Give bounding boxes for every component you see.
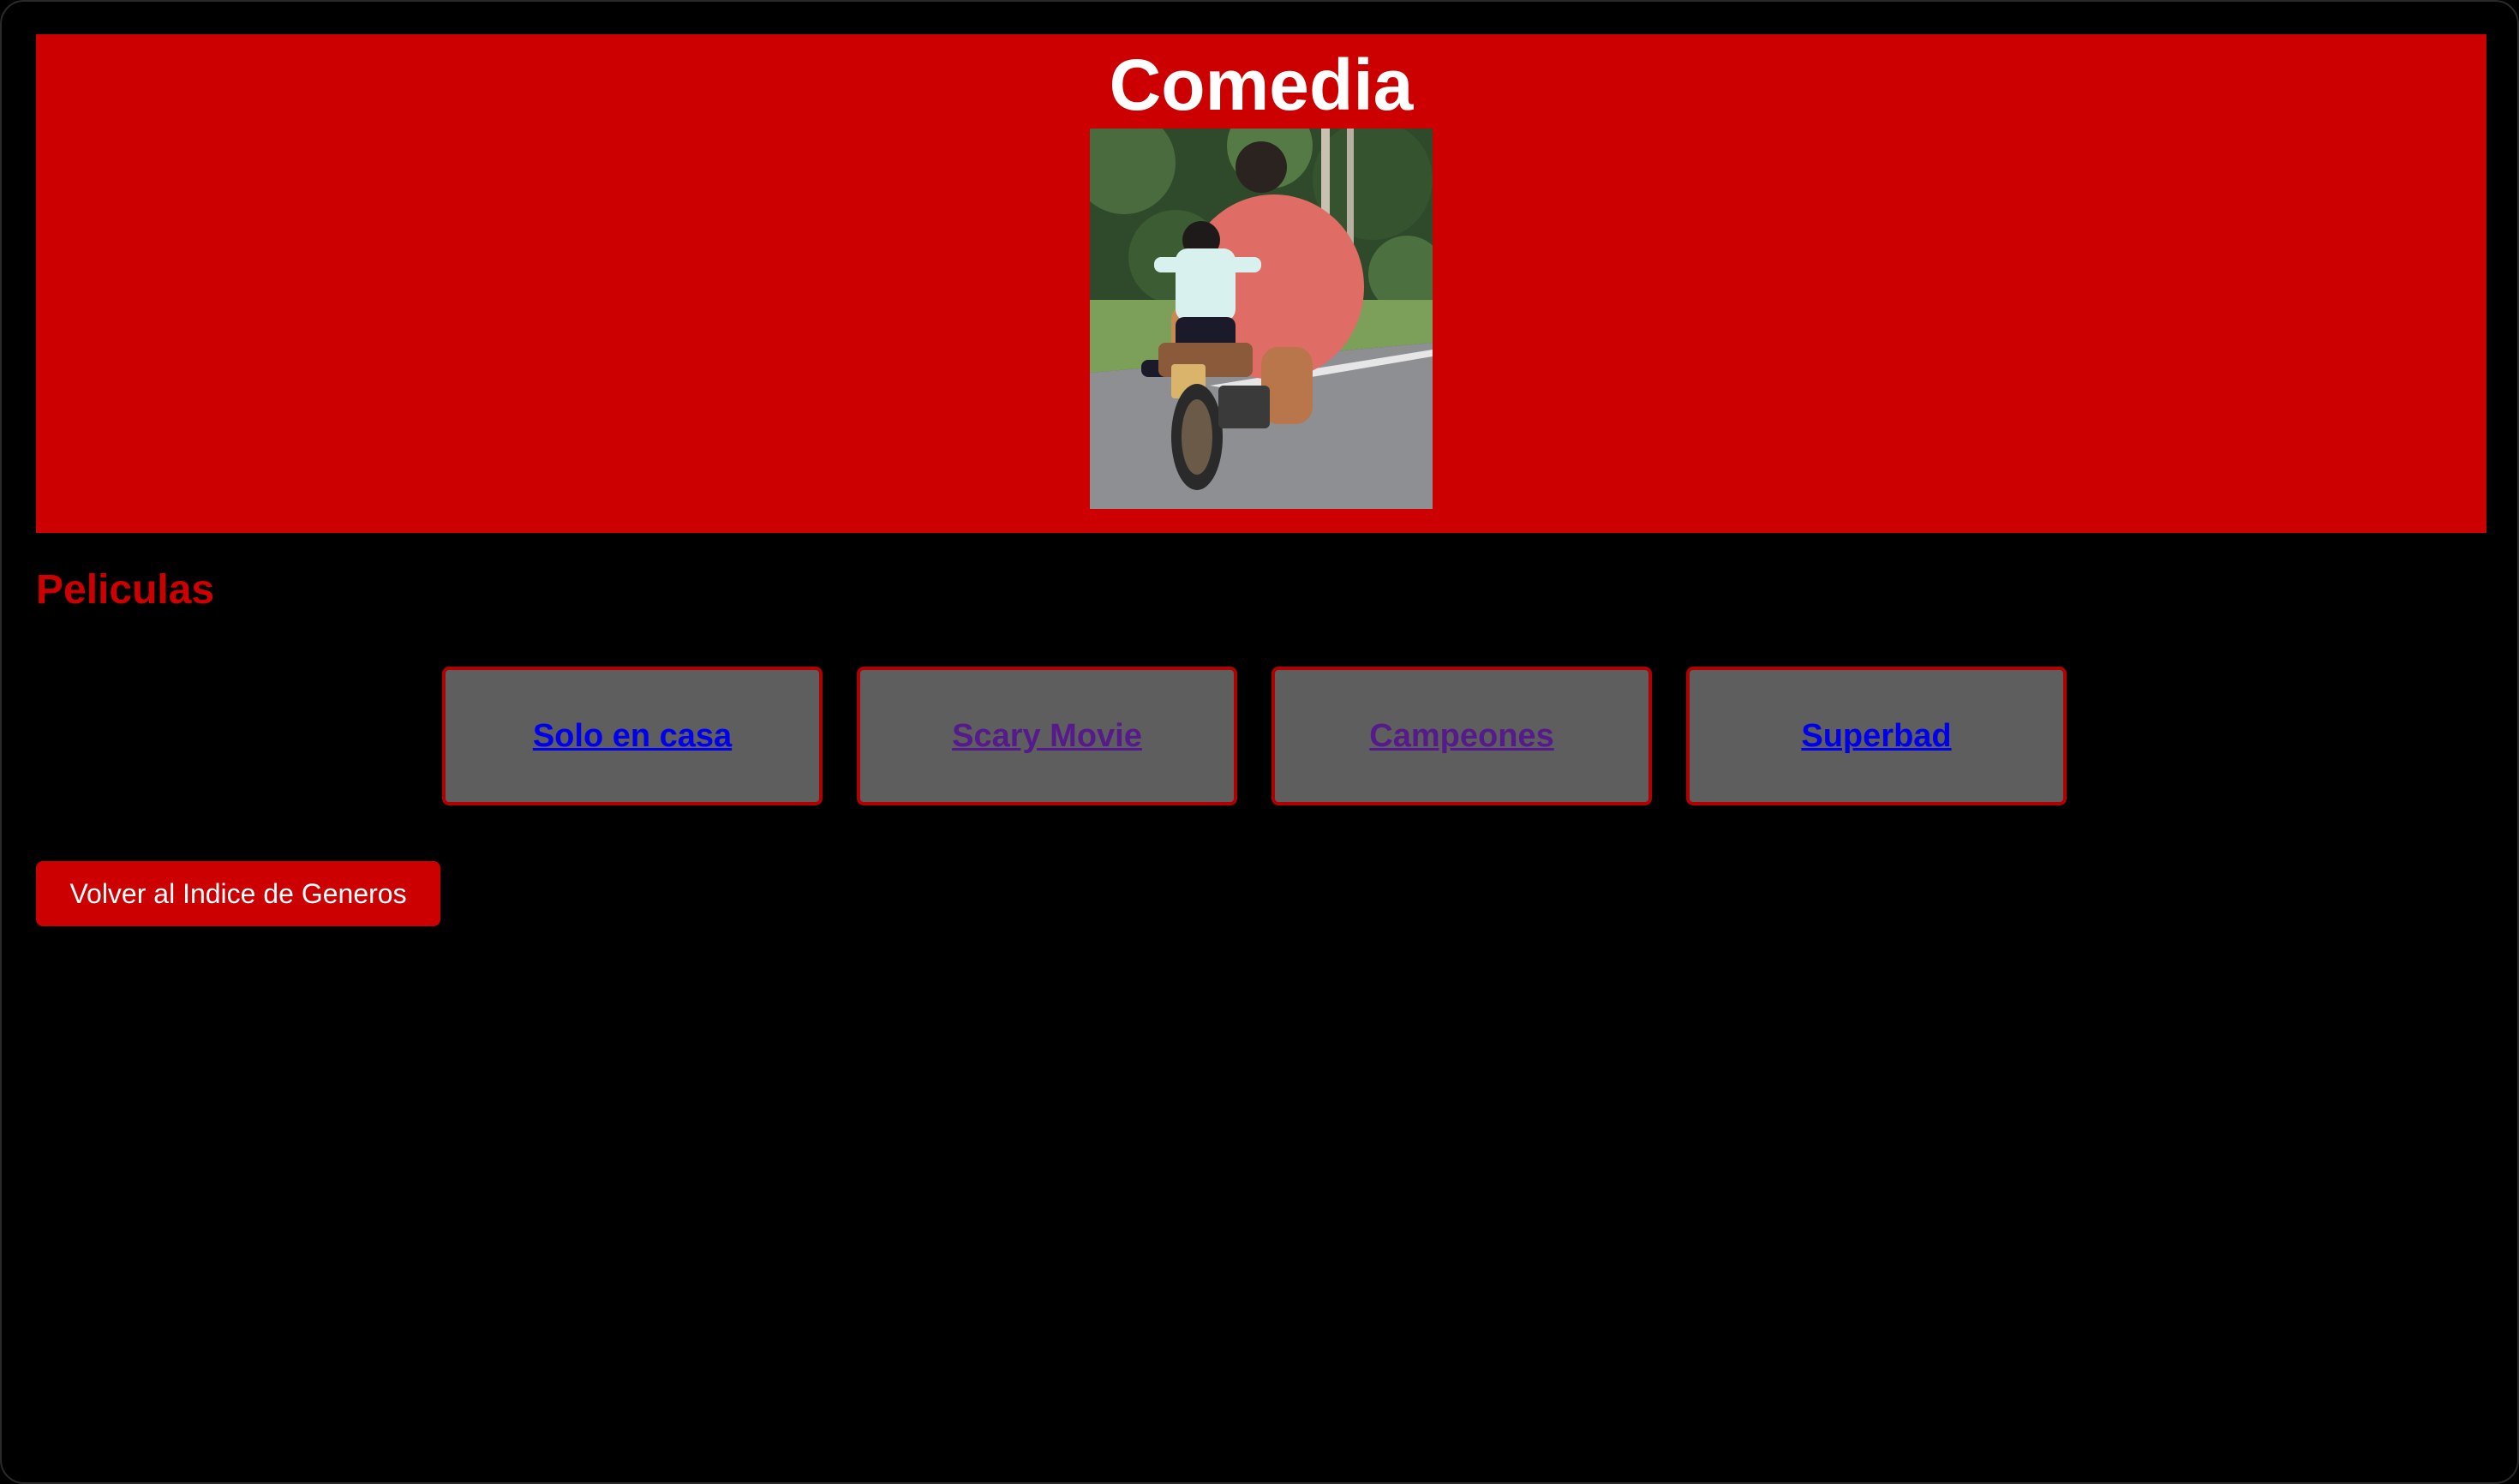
movie-link-scary-movie[interactable]: Scary Movie bbox=[952, 718, 1142, 755]
genre-photo bbox=[1090, 129, 1433, 509]
genre-header: Comedia bbox=[36, 34, 2486, 533]
movie-link-solo-en-casa[interactable]: Solo en casa bbox=[533, 718, 732, 755]
page-title: Comedia bbox=[1109, 45, 1414, 125]
movie-link-campeones[interactable]: Campeones bbox=[1369, 718, 1553, 755]
section-title: Peliculas bbox=[36, 567, 215, 613]
movie-grid: Solo en casa Scary Movie Campeones Super… bbox=[442, 667, 2067, 805]
page-frame: Comedia Peliculas Solo en casa Scary Mov… bbox=[0, 0, 2519, 1484]
movie-card[interactable]: Superbad bbox=[1686, 667, 2067, 805]
movie-link-superbad[interactable]: Superbad bbox=[1801, 718, 1951, 755]
movie-card[interactable]: Scary Movie bbox=[857, 667, 1237, 805]
back-to-genres-button[interactable]: Volver al Indice de Generos bbox=[36, 861, 440, 926]
movie-card[interactable]: Campeones bbox=[1271, 667, 1652, 805]
movie-card[interactable]: Solo en casa bbox=[442, 667, 823, 805]
